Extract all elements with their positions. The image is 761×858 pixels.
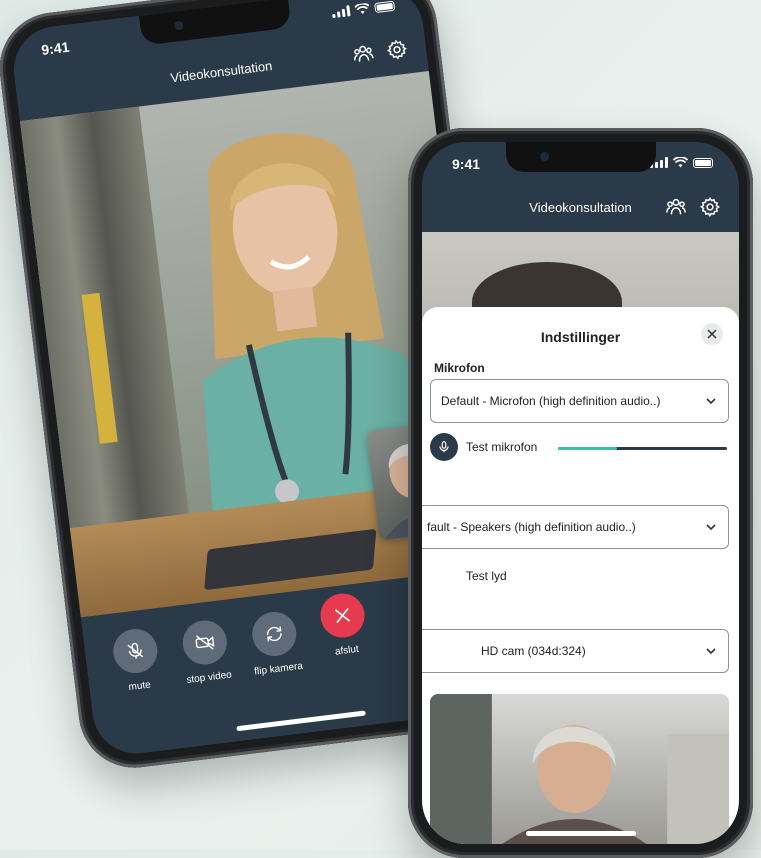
wifi-icon (673, 157, 688, 168)
app-header: Videokonsultation (422, 186, 739, 232)
end-call-label: afslut (334, 643, 360, 658)
close-icon (707, 329, 717, 339)
battery-icon (693, 157, 713, 168)
phone2-screen: 9:41 Videokonsultation Indstillinger Mik… (422, 142, 739, 844)
gear-icon[interactable] (385, 37, 410, 62)
microphone-value: Default - Microfon (high definition audi… (441, 394, 661, 408)
status-time: 9:41 (452, 156, 481, 172)
settings-title: Indstillinger (540, 329, 621, 345)
test-sound-button[interactable]: Test lyd (466, 569, 507, 583)
wifi-icon (354, 2, 370, 15)
mic-off-icon (127, 642, 144, 659)
chevron-down-icon (706, 648, 716, 655)
chevron-down-icon (706, 524, 716, 531)
microphone-label: Mikrofon (434, 361, 485, 375)
chevron-down-icon (706, 398, 716, 405)
speakers-select[interactable]: fault - Speakers (high definition audio.… (422, 505, 729, 549)
microphone-select[interactable]: Default - Microfon (high definition audi… (430, 379, 729, 423)
stop-video-label: stop video (185, 669, 233, 686)
close-button[interactable] (701, 323, 723, 345)
mic-level-meter (558, 447, 727, 450)
speakers-value: fault - Speakers (high definition audio.… (427, 520, 636, 534)
video-off-icon (195, 635, 215, 650)
mute-button[interactable]: mute (101, 625, 172, 695)
home-indicator[interactable] (525, 831, 636, 836)
signal-icon (331, 5, 351, 19)
battery-icon (374, 0, 396, 13)
stop-video-button[interactable]: stop video (170, 617, 241, 687)
camera-select[interactable]: HD cam (034d:324) (422, 629, 729, 673)
status-time: 9:41 (40, 38, 71, 58)
phone-settings: 9:41 Videokonsultation Indstillinger Mik… (408, 128, 753, 858)
flip-camera-label: flip kamera (253, 660, 304, 678)
camera-flip-icon (266, 626, 282, 642)
gear-icon[interactable] (699, 196, 721, 218)
camera-preview (430, 694, 729, 844)
participants-icon[interactable] (351, 42, 376, 67)
flip-camera-button[interactable]: flip kamera (240, 608, 311, 678)
end-call-button[interactable]: afslut (308, 590, 379, 660)
test-microphone-button[interactable]: Test mikrofon (430, 433, 537, 461)
test-sound-label: Test lyd (466, 569, 507, 583)
test-microphone-label: Test mikrofon (466, 440, 538, 454)
settings-sheet: Indstillinger Mikrofon Default - Microfo… (422, 307, 739, 844)
participants-icon[interactable] (665, 196, 687, 218)
microphone-icon (439, 441, 449, 453)
mute-label: mute (127, 679, 152, 694)
notch (505, 142, 656, 172)
end-call-icon (334, 607, 351, 624)
camera-value: HD cam (034d:324) (481, 644, 586, 658)
